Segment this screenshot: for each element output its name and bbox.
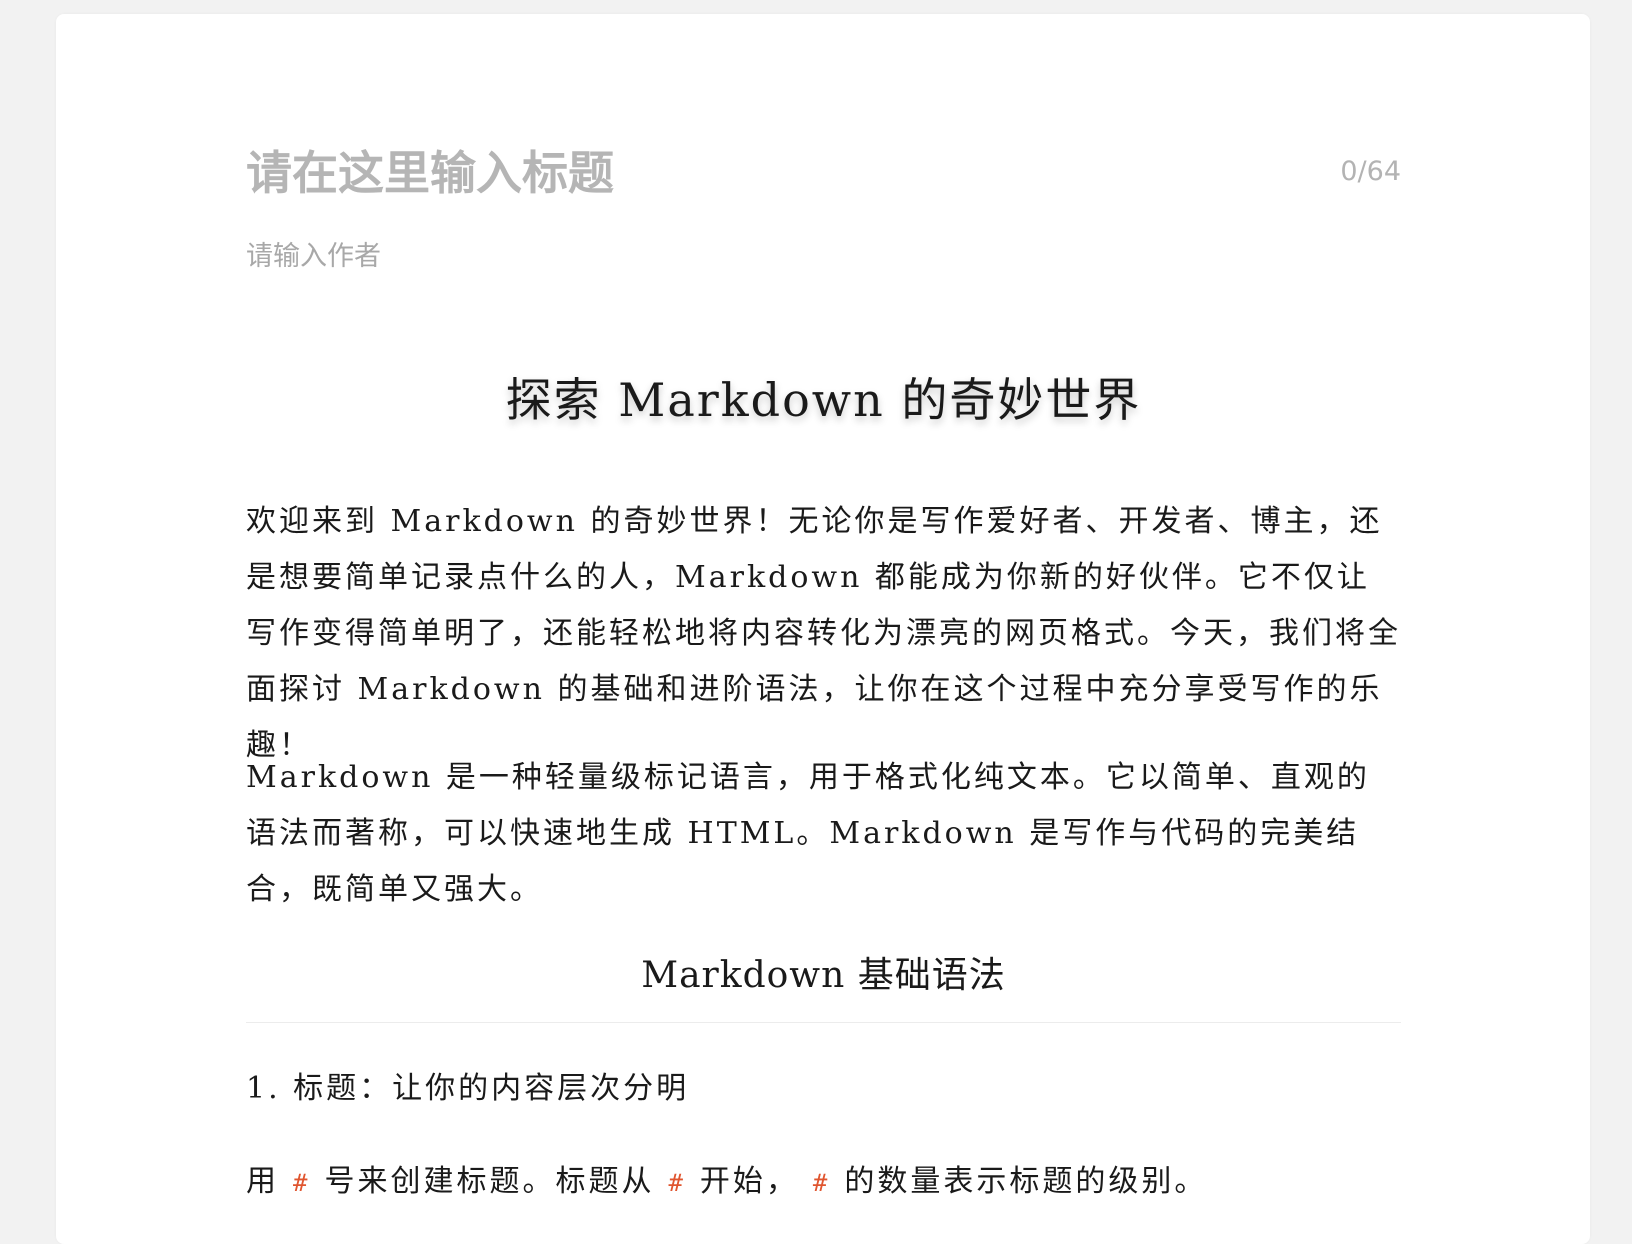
paragraph-text: 用 bbox=[246, 1164, 279, 1199]
paragraph-text: 开始， bbox=[699, 1164, 799, 1199]
paragraph-text: 的数量表示标题的级别。 bbox=[844, 1164, 1208, 1199]
inline-code: # bbox=[668, 1169, 686, 1197]
title-char-counter: 0/64 bbox=[1340, 156, 1401, 187]
article-paragraph-1: 欢迎来到 Markdown 的奇妙世界！无论你是写作爱好者、开发者、博主，还是想… bbox=[246, 504, 1401, 763]
article-heading-1: 探索 Markdown 的奇妙世界 bbox=[505, 373, 1142, 427]
article-heading-2: Markdown 基础语法 bbox=[641, 955, 1006, 996]
inline-code: # bbox=[812, 1169, 831, 1197]
heading-divider bbox=[246, 1022, 1401, 1023]
title-row: 0/64 bbox=[246, 140, 1401, 210]
article-heading-3: 1. 标题：让你的内容层次分明 bbox=[246, 1071, 690, 1106]
title-input[interactable] bbox=[246, 140, 1246, 206]
paragraph-text: 号来创建标题。标题从 bbox=[324, 1164, 655, 1199]
article-paragraph-3: 用 # 号来创建标题。标题从 # 开始， # 的数量表示标题的级别。 bbox=[246, 1154, 1401, 1211]
author-input[interactable] bbox=[246, 236, 846, 276]
article-body[interactable]: 探索 Markdown 的奇妙世界 欢迎来到 Markdown 的奇妙世界！无论… bbox=[246, 360, 1401, 1199]
article-paragraph-2: Markdown 是一种轻量级标记语言，用于格式化纯文本。它以简单、直观的语法而… bbox=[246, 760, 1370, 907]
inline-code: # bbox=[293, 1169, 311, 1197]
